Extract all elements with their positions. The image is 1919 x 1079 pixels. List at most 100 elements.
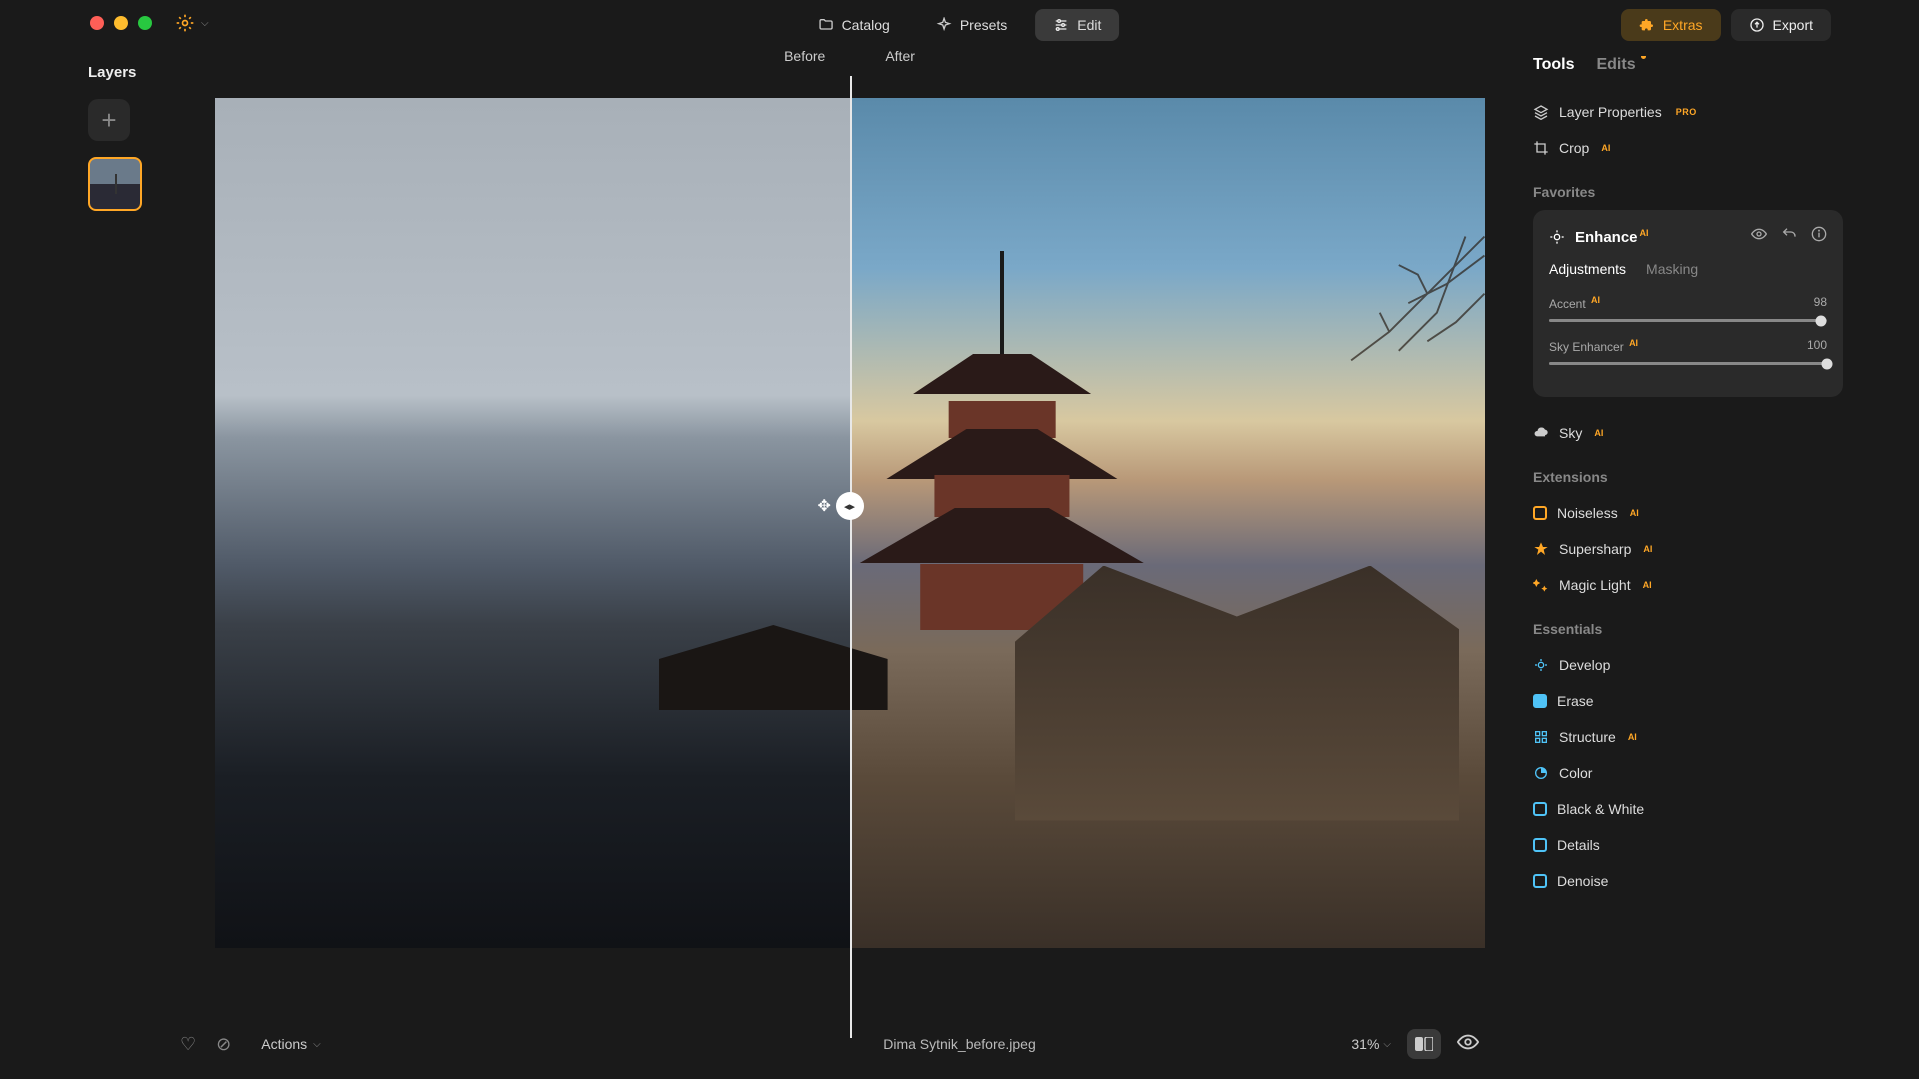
zoom-control[interactable]: 31% ⌵ <box>1351 1036 1391 1052</box>
before-label: Before <box>784 48 825 64</box>
chevron-down-icon: ⌵ <box>1383 1039 1391 1050</box>
compare-view-button[interactable] <box>1407 1029 1441 1059</box>
filename-display: Dima Sytnik_before.jpeg <box>883 1036 1036 1052</box>
enhance-panel: EnhanceAI Adjustments Masking Accent AI … <box>1533 210 1843 397</box>
actions-label: Actions <box>261 1036 307 1052</box>
magic-icon <box>1533 577 1549 593</box>
eye-icon <box>1457 1034 1479 1050</box>
favorites-section: Favorites <box>1533 184 1843 200</box>
layers-panel: Layers + <box>88 64 158 211</box>
panel-tabs: Tools Edits <box>1533 56 1843 74</box>
export-label: Export <box>1773 17 1813 33</box>
reset-button[interactable] <box>1781 226 1797 247</box>
toggle-visibility-button[interactable] <box>1751 226 1767 247</box>
edit-label: Edit <box>1077 17 1101 33</box>
export-button[interactable]: Export <box>1731 9 1831 41</box>
sky-tool[interactable]: SkyAI <box>1533 415 1843 451</box>
window-controls <box>90 16 152 30</box>
supersharp-tool[interactable]: SupersharpAI <box>1533 531 1843 567</box>
close-window[interactable] <box>90 16 104 30</box>
upload-icon <box>1749 17 1765 33</box>
compare-divider <box>850 76 852 1038</box>
edits-indicator-dot <box>1641 56 1646 59</box>
puzzle-icon <box>1639 17 1655 33</box>
undo-icon <box>1781 226 1797 242</box>
accent-label: Accent AI <box>1549 295 1600 311</box>
crop-tool[interactable]: CropAI <box>1533 130 1843 166</box>
reject-button[interactable]: ⊘ <box>216 1034 231 1055</box>
main-canvas-area: Before After ✥ ◂▸ <box>200 48 1499 1039</box>
info-icon <box>1811 226 1827 242</box>
noiseless-icon <box>1533 506 1547 520</box>
edits-tab[interactable]: Edits <box>1596 56 1635 74</box>
compare-labels: Before After <box>200 48 1499 64</box>
actions-menu[interactable]: Actions ⌵ <box>261 1036 321 1052</box>
bw-icon <box>1533 802 1547 816</box>
tree-branches <box>1294 98 1485 566</box>
sky-enhancer-slider-knob[interactable] <box>1822 358 1833 369</box>
sky-enhancer-label: Sky Enhancer AI <box>1549 338 1638 354</box>
catalog-label: Catalog <box>842 17 890 33</box>
develop-tool[interactable]: Develop <box>1533 647 1843 683</box>
color-tool[interactable]: Color <box>1533 755 1843 791</box>
layer-thumbnail[interactable] <box>88 157 142 211</box>
app-logo-icon <box>175 13 195 33</box>
presets-tab[interactable]: Presets <box>918 9 1025 41</box>
layer-properties-tool[interactable]: Layer PropertiesPRO <box>1533 94 1843 130</box>
add-layer-button[interactable]: + <box>88 99 130 141</box>
tools-panel: Tools Edits Layer PropertiesPRO CropAI F… <box>1533 56 1843 1079</box>
layers-icon <box>1533 104 1549 120</box>
enhance-icon <box>1549 229 1565 245</box>
top-right-actions: Extras Export <box>1621 9 1831 41</box>
image-canvas[interactable]: ✥ ◂▸ <box>215 98 1485 948</box>
magic-light-tool[interactable]: Magic LightAI <box>1533 567 1843 603</box>
sky-enhancer-slider[interactable] <box>1549 362 1827 365</box>
extras-button[interactable]: Extras <box>1621 9 1721 41</box>
presets-label: Presets <box>960 17 1007 33</box>
preview-button[interactable] <box>1457 1034 1479 1055</box>
before-image <box>215 98 850 948</box>
accent-slider[interactable] <box>1549 319 1827 322</box>
color-icon <box>1533 765 1549 781</box>
sharp-icon <box>1533 541 1549 557</box>
tools-tab[interactable]: Tools <box>1533 56 1574 74</box>
crop-icon <box>1533 140 1549 156</box>
sparkle-icon <box>936 17 952 33</box>
cloud-icon <box>1533 425 1549 441</box>
split-view-icon <box>1415 1037 1433 1051</box>
zoom-value: 31% <box>1351 1036 1379 1052</box>
accent-value: 98 <box>1814 295 1827 311</box>
details-tool[interactable]: Details <box>1533 827 1843 863</box>
favorite-button[interactable]: ♡ <box>180 1034 196 1055</box>
edit-tab[interactable]: Edit <box>1035 9 1119 41</box>
accent-slider-knob[interactable] <box>1816 315 1827 326</box>
extras-label: Extras <box>1663 17 1703 33</box>
denoise-icon <box>1533 874 1547 888</box>
masking-tab[interactable]: Masking <box>1646 261 1698 277</box>
enhance-title: EnhanceAI <box>1575 228 1741 246</box>
develop-icon <box>1533 657 1549 673</box>
maximize-window[interactable] <box>138 16 152 30</box>
erase-icon <box>1533 694 1547 708</box>
catalog-tab[interactable]: Catalog <box>800 9 908 41</box>
essentials-section: Essentials <box>1533 621 1843 637</box>
accent-slider-row: Accent AI 98 <box>1549 295 1827 322</box>
minimize-window[interactable] <box>114 16 128 30</box>
erase-tool[interactable]: Erase <box>1533 683 1843 719</box>
details-icon <box>1533 838 1547 852</box>
adjustments-tab[interactable]: Adjustments <box>1549 261 1626 277</box>
after-label: After <box>885 48 915 64</box>
sky-enhancer-value: 100 <box>1807 338 1827 354</box>
layers-title: Layers <box>88 64 158 81</box>
extensions-section: Extensions <box>1533 469 1843 485</box>
noiseless-tool[interactable]: NoiselessAI <box>1533 495 1843 531</box>
eye-icon <box>1751 226 1767 242</box>
info-button[interactable] <box>1811 226 1827 247</box>
denoise-tool[interactable]: Denoise <box>1533 863 1843 899</box>
structure-icon <box>1533 729 1549 745</box>
compare-slider-handle[interactable]: ◂▸ <box>836 492 864 520</box>
structure-tool[interactable]: StructureAI <box>1533 719 1843 755</box>
sky-enhancer-slider-row: Sky Enhancer AI 100 <box>1549 338 1827 365</box>
app-menu[interactable]: ⌵ <box>175 13 209 33</box>
black-white-tool[interactable]: Black & White <box>1533 791 1843 827</box>
